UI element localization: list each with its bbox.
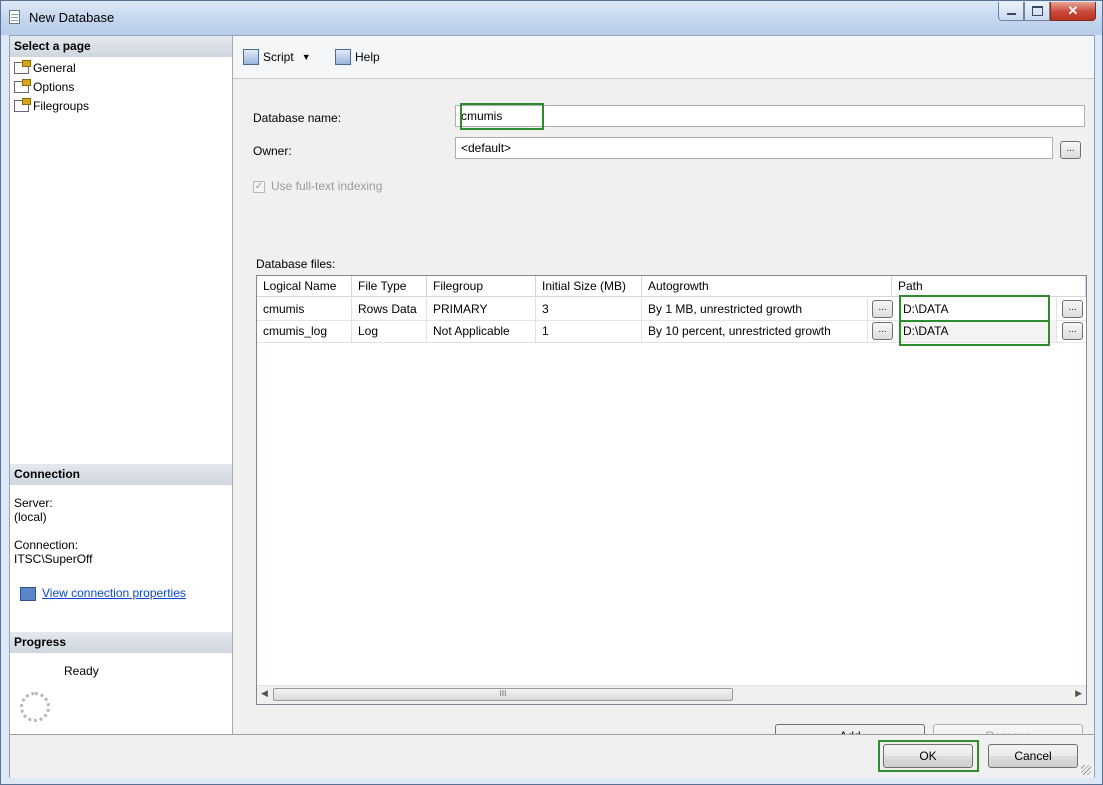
view-connection-link[interactable]: View connection properties — [42, 586, 186, 600]
scroll-right-icon[interactable]: ▶ — [1075, 688, 1082, 699]
owner-label: Owner: — [253, 144, 292, 158]
minimize-icon — [1006, 13, 1016, 15]
toolbar: Script ▼ Help — [233, 36, 1094, 79]
page-icon — [14, 97, 31, 112]
database-name-input[interactable]: cmumis — [455, 105, 1085, 127]
grid-header: Logical Name File Type Filegroup Initial… — [257, 276, 1086, 298]
column-header-filegroup[interactable]: Filegroup — [427, 276, 536, 297]
autogrowth-browse-button[interactable]: ... — [872, 300, 893, 318]
filegroup-cell: PRIMARY — [427, 298, 536, 320]
database-files-label: Database files: — [256, 257, 336, 271]
window-controls: ✕ — [998, 2, 1096, 22]
autogrowth-cell: By 10 percent, unrestricted growth — [642, 320, 868, 342]
connection-header: Connection — [10, 464, 232, 485]
script-icon — [243, 49, 259, 65]
connection-info: Connection: ITSC\SuperOff — [14, 538, 92, 566]
connection-label: Connection: — [14, 538, 79, 552]
page-item-general[interactable]: General — [14, 58, 89, 77]
file-type-cell: Rows Data — [352, 298, 427, 320]
path-cell[interactable]: D:\DATA — [897, 320, 1057, 342]
progress-status: Ready — [64, 664, 99, 678]
progress-spinner-icon — [20, 692, 50, 722]
logical-name-cell[interactable]: cmumis_log — [257, 320, 352, 342]
script-label: Script — [263, 50, 294, 64]
path-browse-button[interactable]: ... — [1062, 322, 1083, 340]
close-button[interactable]: ✕ — [1050, 2, 1096, 21]
owner-browse-button[interactable]: ... — [1060, 141, 1081, 159]
server-label: Server: — [14, 496, 53, 510]
initial-size-cell[interactable]: 1 — [536, 320, 642, 342]
filegroup-cell: Not Applicable — [427, 320, 536, 342]
fulltext-label: Use full-text indexing — [271, 179, 383, 193]
table-row[interactable]: cmumis Rows Data PRIMARY 3 By 1 MB, unre… — [257, 298, 1086, 321]
scrollbar-thumb[interactable]: III — [273, 688, 733, 701]
connection-value: ITSC\SuperOff — [14, 552, 93, 566]
page-icon — [14, 59, 31, 74]
maximize-button[interactable] — [1024, 2, 1050, 21]
column-header-initial-size[interactable]: Initial Size (MB) — [536, 276, 642, 297]
minimize-button[interactable] — [998, 2, 1024, 21]
page-item-label: Filegroups — [33, 98, 90, 113]
path-cell[interactable]: D:\DATA — [897, 298, 1057, 320]
column-header-autogrowth[interactable]: Autogrowth — [642, 276, 892, 297]
dialog-footer: OK Cancel — [10, 734, 1094, 778]
page-item-label: Options — [33, 79, 75, 94]
autogrowth-browse-button[interactable]: ... — [872, 322, 893, 340]
fulltext-checkbox[interactable]: ✓ — [253, 181, 265, 193]
new-database-window: New Database ✕ Select a page General Opt… — [0, 0, 1103, 785]
script-button[interactable]: Script ▼ — [243, 49, 311, 65]
chevron-down-icon[interactable]: ▼ — [302, 52, 311, 62]
page-item-filegroups[interactable]: Filegroups — [14, 96, 89, 115]
database-files-grid: Logical Name File Type Filegroup Initial… — [256, 275, 1087, 705]
column-header-path[interactable]: Path — [892, 276, 1086, 297]
logical-name-cell[interactable]: cmumis — [257, 298, 352, 320]
page-item-options[interactable]: Options — [14, 77, 89, 96]
left-pane: Select a page General Options Filegroups… — [10, 36, 233, 734]
server-value: (local) — [14, 510, 47, 524]
column-header-file-type[interactable]: File Type — [352, 276, 427, 297]
window-icon — [9, 10, 20, 24]
help-button[interactable]: Help — [335, 49, 380, 65]
maximize-icon — [1031, 6, 1043, 16]
progress-header: Progress — [10, 632, 232, 653]
cancel-button[interactable]: Cancel — [988, 744, 1078, 768]
server-info: Server: (local) — [14, 496, 53, 524]
table-row[interactable]: cmumis_log Log Not Applicable 1 By 10 pe… — [257, 320, 1086, 343]
scroll-left-icon[interactable]: ◀ — [261, 688, 268, 699]
autogrowth-cell: By 1 MB, unrestricted growth — [642, 298, 868, 320]
help-icon — [335, 49, 351, 65]
page-list: General Options Filegroups — [14, 58, 89, 115]
initial-size-cell[interactable]: 3 — [536, 298, 642, 320]
owner-input[interactable]: <default> — [455, 137, 1053, 159]
resize-grip[interactable] — [1081, 765, 1091, 775]
dialog-client: Select a page General Options Filegroups… — [9, 35, 1095, 778]
select-page-header: Select a page — [10, 36, 232, 57]
window-title: New Database — [29, 10, 115, 25]
horizontal-scrollbar[interactable]: ◀ III ▶ — [257, 685, 1086, 704]
title-bar[interactable]: New Database ✕ — [1, 1, 1102, 35]
page-icon — [14, 78, 31, 93]
connection-properties-icon — [20, 586, 36, 601]
file-type-cell: Log — [352, 320, 427, 342]
page-item-label: General — [33, 60, 76, 75]
database-name-label: Database name: — [253, 111, 342, 125]
help-label: Help — [355, 50, 380, 64]
column-header-logical-name[interactable]: Logical Name — [257, 276, 352, 297]
path-browse-button[interactable]: ... — [1062, 300, 1083, 318]
close-icon: ✕ — [1067, 3, 1079, 18]
view-connection-properties[interactable]: View connection properties — [20, 586, 186, 601]
ok-button[interactable]: OK — [883, 744, 973, 768]
general-page: Database name: cmumis Owner: <default> .… — [233, 79, 1094, 748]
